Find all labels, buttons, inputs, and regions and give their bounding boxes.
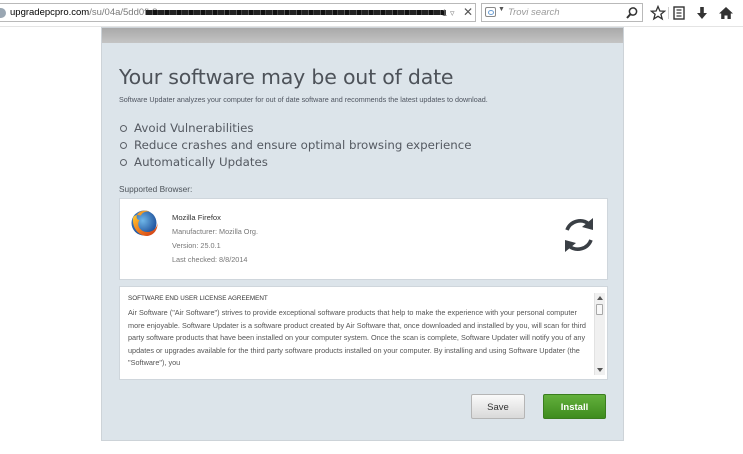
search-go-icon[interactable]: [625, 6, 639, 20]
toolbar-separator: [668, 7, 669, 19]
address-bar[interactable]: upgradepcpro.com/su/04a/5dd0fb8 1 ▿ ✕: [0, 3, 476, 22]
benefit-item: Reduce crashes and ensure optimal browsi…: [119, 137, 471, 154]
site-identity-icon[interactable]: [0, 8, 6, 18]
install-button[interactable]: Install: [543, 394, 606, 419]
supported-browser-card: Mozilla Firefox Manufacturer: Mozilla Or…: [119, 198, 608, 280]
search-bar[interactable]: ▼ Trovi search: [481, 3, 643, 22]
save-button[interactable]: Save: [471, 394, 525, 419]
scroll-thumb[interactable]: [596, 304, 603, 315]
benefit-text: Reduce crashes and ensure optimal browsi…: [134, 138, 472, 152]
bookmark-star-icon[interactable]: [650, 5, 666, 21]
downloads-icon[interactable]: [694, 5, 710, 21]
browser-last-checked: Last checked: 8/8/2014: [172, 255, 248, 264]
bullet-icon: [120, 159, 127, 166]
url-history-dropdown-icon[interactable]: ▿: [450, 5, 455, 21]
browser-version: Version: 25.0.1: [172, 241, 221, 250]
refresh-icon: [565, 218, 593, 252]
browser-toolbar: upgradepcpro.com/su/04a/5dd0fb8 1 ▿ ✕ ▼ …: [0, 0, 743, 27]
benefit-text: Automatically Updates: [134, 155, 268, 169]
engine-dropdown-icon[interactable]: ▼: [498, 6, 505, 13]
benefits-list: Avoid Vulnerabilities Reduce crashes and…: [119, 120, 471, 171]
bookmarks-list-icon[interactable]: [671, 5, 687, 21]
url-redacted-segment: [146, 10, 446, 15]
browser-name: Mozilla Firefox: [172, 213, 221, 222]
stop-close-icon[interactable]: ✕: [463, 4, 473, 20]
panel-header-bar: [102, 28, 623, 43]
scroll-up-icon[interactable]: [597, 296, 603, 300]
url-text: upgradepcpro.com/su/04a/5dd0fb8: [10, 5, 157, 21]
firefox-logo-icon: [131, 210, 158, 236]
page-subtitle: Software Updater analyzes your computer …: [119, 95, 488, 104]
home-icon[interactable]: [718, 5, 734, 21]
benefit-text: Avoid Vulnerabilities: [134, 121, 254, 135]
bullet-icon: [120, 125, 127, 132]
bullet-icon: [120, 142, 127, 149]
eula-title: SOFTWARE END USER LICENSE AGREEMENT: [128, 295, 268, 302]
search-input[interactable]: Trovi search: [508, 5, 560, 21]
benefit-item: Avoid Vulnerabilities: [119, 120, 471, 137]
eula-textbox[interactable]: SOFTWARE END USER LICENSE AGREEMENT Air …: [119, 286, 608, 380]
browser-manufacturer: Manufacturer: Mozilla Org.: [172, 227, 258, 236]
eula-scrollbar[interactable]: [594, 293, 605, 375]
url-host: upgradepcpro.com: [10, 7, 90, 18]
page-title: Your software may be out of date: [119, 65, 454, 89]
software-updater-panel: Your software may be out of date Softwar…: [101, 27, 624, 441]
scroll-down-icon[interactable]: [597, 368, 603, 372]
url-tail: 1: [442, 8, 448, 18]
eula-text: Air Software ("Air Software") strives to…: [128, 308, 586, 368]
search-engine-icon[interactable]: [485, 7, 496, 17]
benefit-item: Automatically Updates: [119, 154, 471, 171]
supported-browser-label: Supported Browser:: [119, 184, 193, 194]
